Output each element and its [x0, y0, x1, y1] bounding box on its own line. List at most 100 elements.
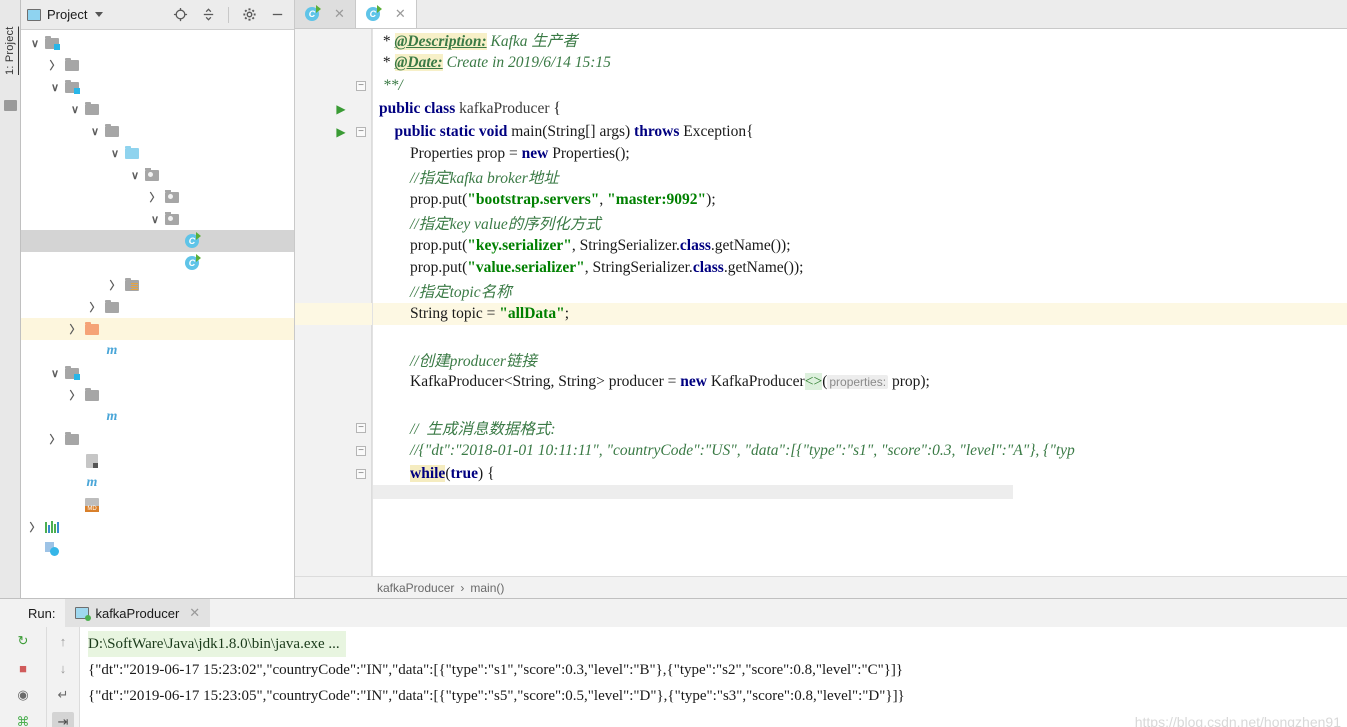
project-tree[interactable]: CCm m m — [21, 30, 294, 598]
tree-item-pom-xml[interactable]: m — [21, 472, 294, 494]
chevron-down-icon[interactable] — [67, 103, 83, 116]
chevron-right-icon[interactable] — [67, 321, 83, 337]
rerun-icon[interactable]: ↻ — [12, 631, 34, 651]
tree-item-customsource[interactable] — [21, 186, 294, 208]
tree-item-idea[interactable] — [21, 54, 294, 76]
tree-item-flinkproj[interactable] — [21, 32, 294, 54]
chevron-right-icon[interactable] — [107, 277, 123, 293]
collapse-all-icon[interactable] — [197, 4, 219, 26]
tree-item-pom-xml[interactable]: m — [21, 340, 294, 362]
tool-window-button-project[interactable]: 1: Project — [0, 6, 21, 96]
tree-item-utils[interactable] — [21, 208, 294, 230]
run-side-toolbar[interactable]: ↻ ■ ◉ ⌘ — [0, 627, 47, 727]
code-line[interactable] — [373, 325, 1347, 348]
run-tab-kafkaproducer[interactable]: kafkaProducer ✕ — [65, 599, 211, 627]
tree-item-src[interactable] — [21, 428, 294, 450]
chevron-down-icon[interactable] — [47, 367, 63, 380]
code-line[interactable]: public class kafkaProducer { — [373, 97, 1347, 120]
tree-item-target[interactable] — [21, 318, 294, 340]
chevron-right-icon[interactable] — [67, 387, 83, 403]
tree-item-datareport[interactable] — [21, 362, 294, 384]
console-output[interactable]: https://blog.csdn.net/hongzhen91 D:\Soft… — [80, 627, 1347, 727]
chevron-down-icon[interactable] — [95, 12, 104, 17]
chevron-down-icon[interactable] — [27, 37, 43, 50]
breadcrumb-class[interactable]: kafkaProducer — [377, 581, 454, 595]
chevron-right-icon[interactable] — [27, 519, 43, 535]
breadcrumb-method[interactable]: main() — [470, 581, 504, 595]
chevron-right-icon[interactable] — [147, 189, 163, 205]
chevron-right-icon[interactable] — [87, 299, 103, 315]
fold-toggle-icon[interactable]: − — [351, 126, 371, 138]
run-gutter-icon[interactable]: ▶ — [331, 125, 351, 139]
screenshot-icon[interactable]: ◉ — [12, 685, 34, 705]
tree-item-resources[interactable] — [21, 274, 294, 296]
minimize-icon[interactable] — [266, 4, 288, 26]
editor-gutter[interactable]: − ▶ ▶ − − − − — [295, 29, 373, 576]
code-line[interactable]: KafkaProducer<String, String> producer =… — [373, 371, 1347, 394]
code-line[interactable]: //指定kafka broker地址 — [373, 166, 1347, 189]
code-line[interactable]: prop.put("key.serializer", StringSeriali… — [373, 234, 1347, 257]
code-line[interactable]: while(true) { — [373, 462, 1347, 485]
stop-icon[interactable]: ■ — [12, 658, 34, 678]
tree-item-main[interactable] — [21, 120, 294, 142]
chevron-down-icon[interactable] — [107, 147, 123, 160]
structure-icon[interactable] — [4, 100, 17, 111]
chevron-right-icon[interactable] — [47, 431, 63, 447]
tree-item-java[interactable] — [21, 142, 294, 164]
code-line[interactable]: // 生成消息数据格式: — [373, 417, 1347, 440]
code-viewport[interactable]: − ▶ ▶ − − − − * @Description: Kafka 生产者 * @Dat… — [295, 29, 1347, 576]
code-line[interactable]: * @Date: Create in 2019/6/14 15:15 — [373, 52, 1347, 75]
chevron-right-icon[interactable] — [47, 57, 63, 73]
tree-item-kafkaproducer[interactable]: C — [21, 230, 294, 252]
print-icon[interactable]: ⌘ — [12, 712, 34, 727]
code-line[interactable]: //{"dt":"2018-01-01 10:11:11", "countryC… — [373, 439, 1347, 462]
editor-tab-kafkaproducer-java[interactable]: C ✕ — [355, 0, 417, 28]
tree-item-dataclean[interactable] — [21, 76, 294, 98]
soft-wrap-icon[interactable]: ↵ — [52, 685, 74, 705]
code-line[interactable]: * @Description: Kafka 生产者 — [373, 29, 1347, 52]
run-side-toolbar-secondary[interactable]: ↑ ↓ ↵ ⇥ — [47, 627, 80, 727]
code-line[interactable]: String topic = "allData"; — [373, 302, 1347, 326]
scroll-down-icon[interactable]: ↓ — [52, 658, 74, 678]
chevron-down-icon[interactable] — [47, 81, 63, 94]
fold-toggle-icon[interactable]: − — [351, 422, 371, 434]
chevron-down-icon[interactable] — [87, 125, 103, 138]
tree-item-test[interactable] — [21, 296, 294, 318]
gear-icon[interactable] — [238, 4, 260, 26]
tree-item-readme-md[interactable] — [21, 494, 294, 516]
close-icon[interactable]: ✕ — [334, 6, 345, 22]
code-line[interactable]: prop.put("value.serializer", StringSeria… — [373, 257, 1347, 280]
code-line[interactable]: //指定key value的序列化方式 — [373, 211, 1347, 234]
tree-item-dataclean[interactable]: C — [21, 252, 294, 274]
editor-tab-bar[interactable]: C ✕ C ✕ — [295, 0, 1347, 29]
locate-file-icon[interactable] — [169, 4, 191, 26]
fold-toggle-icon[interactable]: − — [351, 468, 371, 480]
scroll-up-icon[interactable]: ↑ — [52, 631, 74, 651]
code-line[interactable]: public static void main(String[] args) t… — [373, 120, 1347, 143]
tree-item-henry-flink[interactable] — [21, 164, 294, 186]
tree-item-scratches-and-consoles[interactable] — [21, 538, 294, 560]
tree-item-src[interactable] — [21, 98, 294, 120]
run-gutter-icon[interactable]: ▶ — [331, 102, 351, 116]
fold-toggle-icon[interactable]: − — [351, 445, 371, 457]
editor-tab-dataclean-java[interactable]: C ✕ — [295, 0, 356, 28]
tree-item-external-libraries[interactable] — [21, 516, 294, 538]
code-line[interactable]: prop.put("bootstrap.servers", "master:90… — [373, 189, 1347, 212]
code-line[interactable]: //创建producer链接 — [373, 348, 1347, 371]
scroll-to-end-icon[interactable]: ⇥ — [52, 712, 74, 727]
code-line[interactable]: Properties prop = new Properties(); — [373, 143, 1347, 166]
close-icon[interactable]: ✕ — [189, 605, 200, 621]
fold-toggle-icon[interactable]: − — [351, 80, 371, 92]
code-line[interactable] — [373, 394, 1347, 417]
breadcrumb[interactable]: kafkaProducer › main() — [295, 576, 1347, 598]
close-icon[interactable]: ✕ — [395, 6, 406, 22]
code-content[interactable]: * @Description: Kafka 生产者 * @Date: Creat… — [373, 29, 1347, 576]
tree-item-src[interactable] — [21, 384, 294, 406]
tree-item-pom-xml[interactable]: m — [21, 406, 294, 428]
project-view-selector[interactable]: Project — [27, 7, 104, 22]
chevron-down-icon[interactable] — [147, 213, 163, 226]
code-line[interactable]: **/ — [373, 75, 1347, 98]
code-line[interactable]: //指定topic名称 — [373, 280, 1347, 303]
chevron-down-icon[interactable] — [127, 169, 143, 182]
code-line-partial[interactable] — [373, 484, 1013, 499]
